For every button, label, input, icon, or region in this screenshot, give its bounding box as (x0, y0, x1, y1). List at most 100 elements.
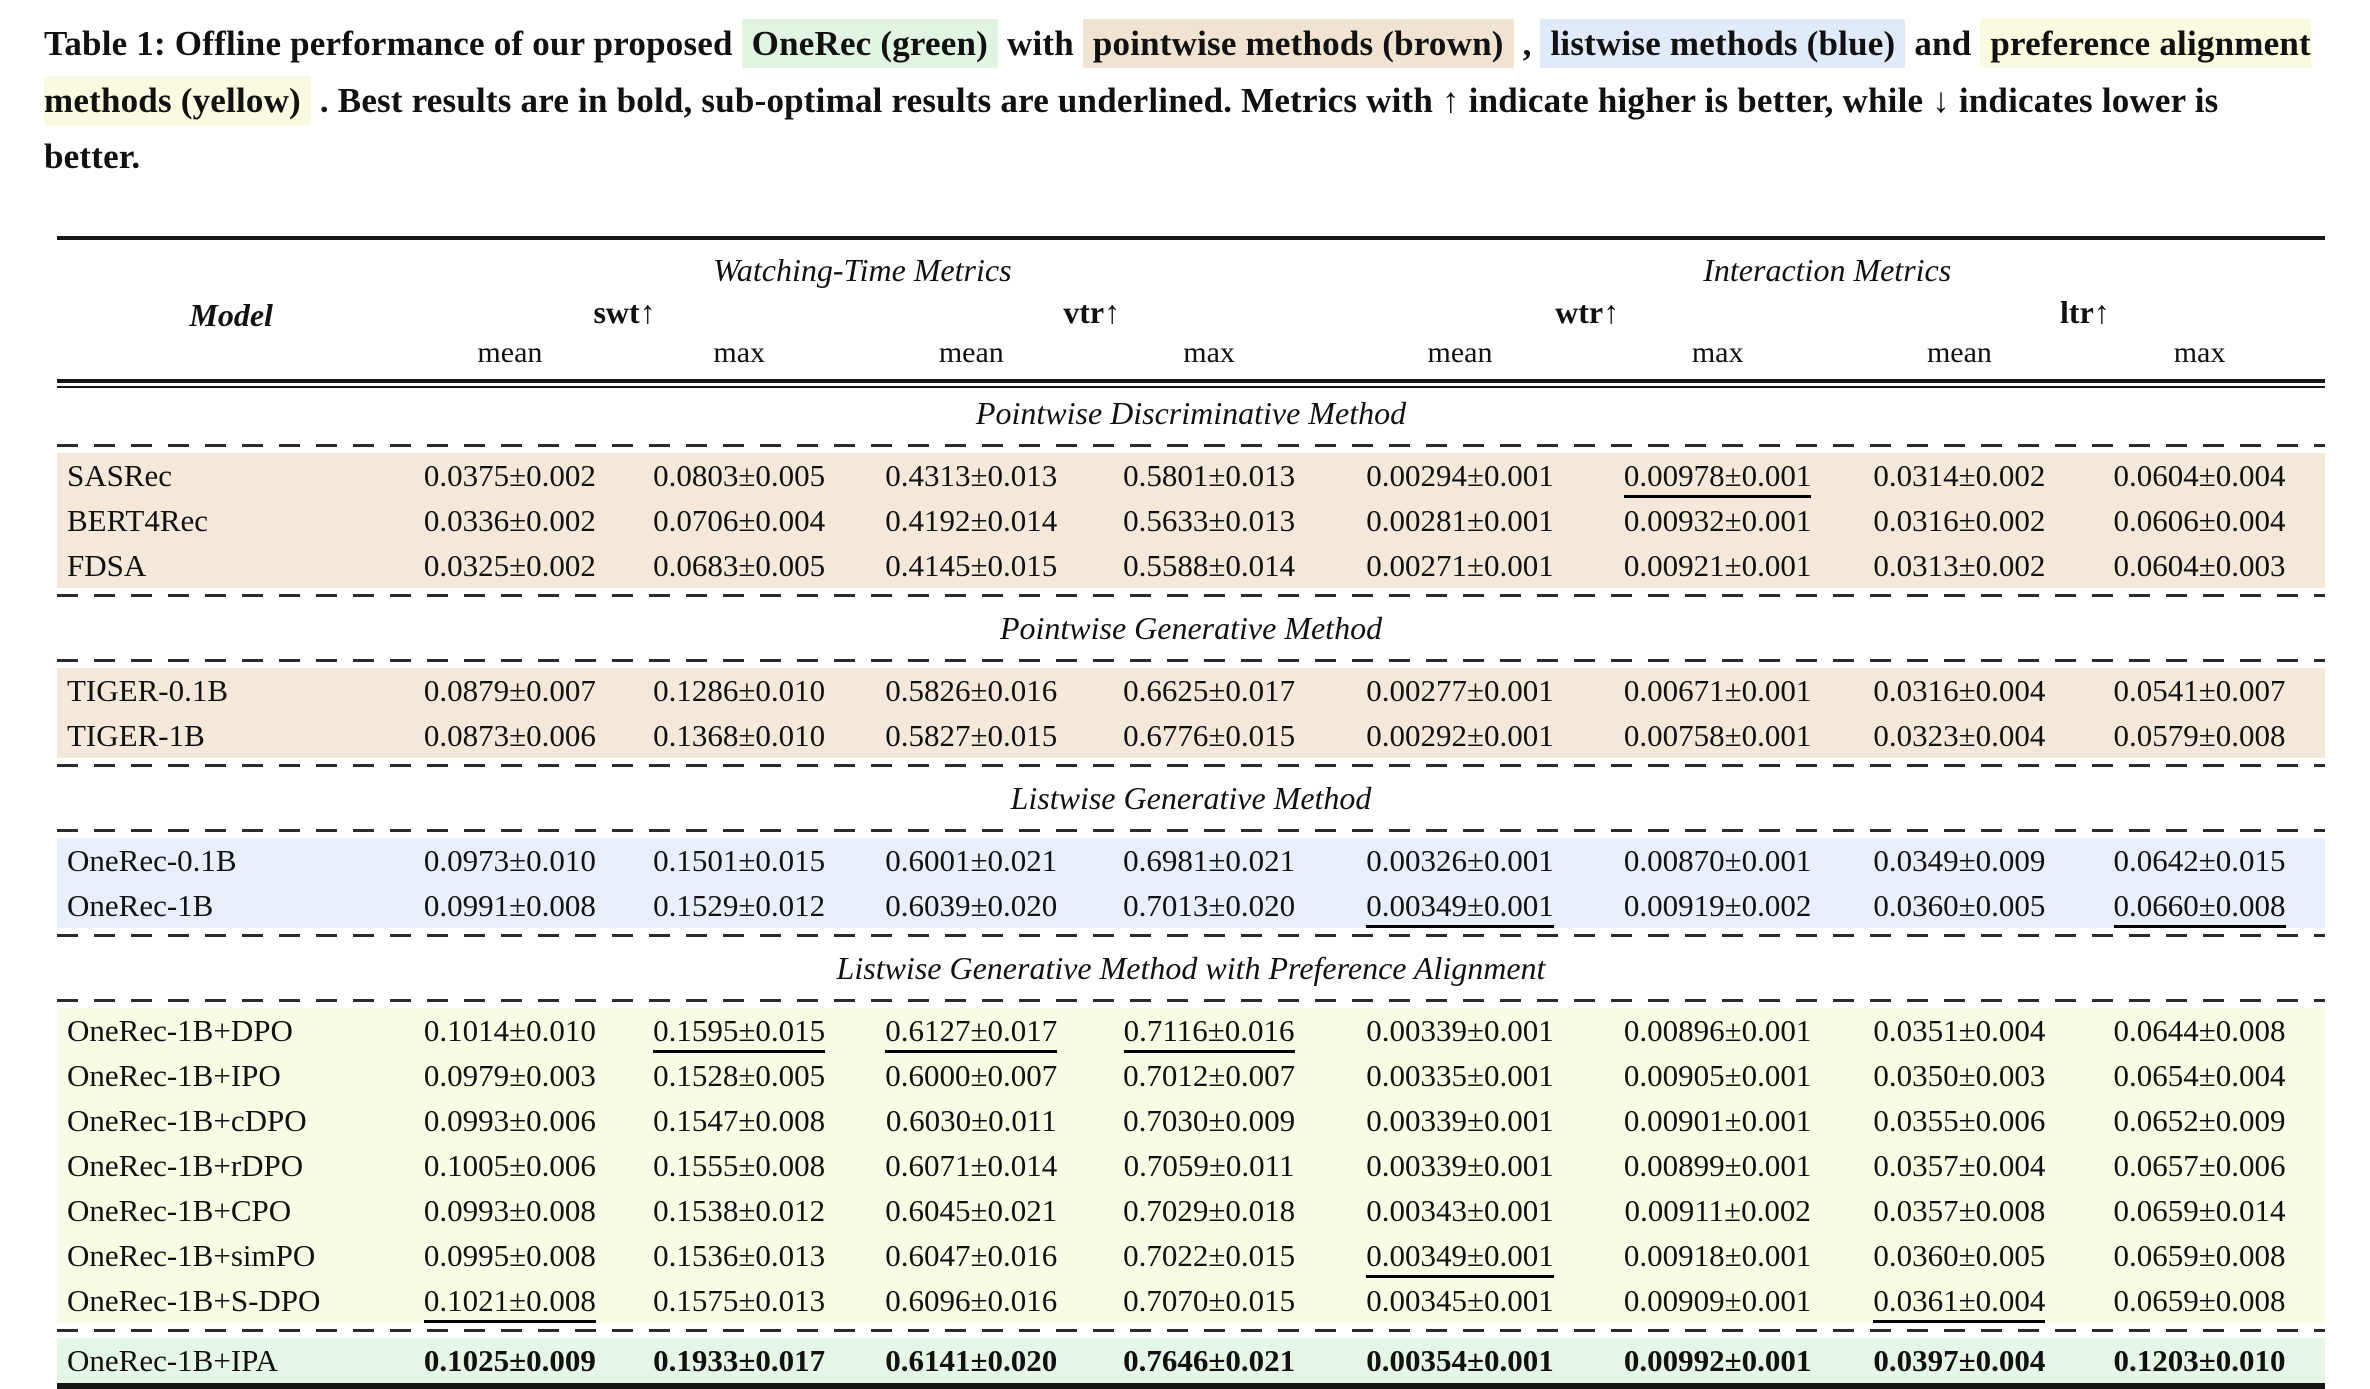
table-row: OneRec-1B+CPO0.0993±0.0080.1538±0.0120.6… (57, 1188, 2325, 1233)
metric-value: 0.00671±0.001 (1624, 673, 1812, 708)
model-column-header: Model (57, 240, 395, 379)
caption-text: and (1914, 24, 1971, 63)
metric-value: 0.0659±0.008 (2114, 1238, 2286, 1273)
metric-value: 0.1203±0.010 (2114, 1343, 2286, 1378)
metric-value: 0.5588±0.014 (1123, 548, 1295, 583)
section-title: Listwise Generative Method (57, 773, 2325, 823)
section-title-row: Listwise Generative Method (57, 773, 2325, 823)
dashed-separator (57, 829, 2325, 832)
model-name: OneRec-1B+rDPO (57, 1143, 395, 1188)
metric-value: 0.0604±0.004 (2114, 458, 2286, 493)
dashed-separator-row (57, 758, 2325, 773)
metric-value: 0.0683±0.005 (653, 548, 825, 583)
metric-value: 0.0660±0.008 (2114, 888, 2286, 928)
dashed-separator-row (57, 438, 2325, 453)
metric-value: 0.00932±0.001 (1624, 503, 1812, 538)
model-name: OneRec-1B+IPA (57, 1338, 395, 1383)
dashed-separator-row (57, 1323, 2325, 1338)
metric-value: 0.6047±0.016 (885, 1238, 1057, 1273)
metric-value: 0.00326±0.001 (1366, 843, 1554, 878)
metric-value: 0.00905±0.001 (1624, 1058, 1812, 1093)
stat-header: max (1591, 335, 1845, 379)
metric-value: 0.0995±0.008 (424, 1238, 596, 1273)
metric-header-wtr: wtr↑ (1329, 289, 1844, 335)
metric-value: 0.6030±0.011 (886, 1103, 1057, 1138)
metric-value: 0.00896±0.001 (1624, 1013, 1812, 1048)
group-header-row: Model Watching-Time Metrics Interaction … (57, 240, 2325, 289)
caption-text: Table 1: Offline performance of our prop… (44, 24, 733, 63)
dashed-separator-row (57, 653, 2325, 668)
metric-value: 0.00349±0.001 (1366, 888, 1554, 928)
metric-value: 0.0993±0.006 (424, 1103, 596, 1138)
metric-value: 0.7012±0.007 (1123, 1058, 1295, 1093)
metric-value: 0.00909±0.001 (1624, 1283, 1812, 1318)
metric-value: 0.00271±0.001 (1366, 548, 1554, 583)
model-name: OneRec-1B+DPO (57, 1008, 395, 1053)
stat-header-row: mean max mean max mean max mean max (57, 335, 2325, 379)
metric-value: 0.00354±0.001 (1366, 1343, 1554, 1378)
metric-value: 0.0803±0.005 (653, 458, 825, 493)
table-row: OneRec-1B+simPO0.0995±0.0080.1536±0.0130… (57, 1233, 2325, 1278)
stat-header: max (1089, 335, 1330, 379)
metric-value: 0.00349±0.001 (1366, 1238, 1554, 1278)
metric-value: 0.0361±0.004 (1873, 1283, 2045, 1323)
header-rule (57, 379, 2325, 388)
metric-value: 0.1005±0.006 (424, 1148, 596, 1183)
metric-value: 0.6001±0.021 (885, 843, 1057, 878)
metric-value: 0.1595±0.015 (653, 1013, 825, 1053)
model-name: OneRec-1B+cDPO (57, 1098, 395, 1143)
metric-value: 0.5633±0.013 (1123, 503, 1295, 538)
metric-value: 0.0360±0.005 (1873, 1238, 2045, 1273)
model-name: OneRec-1B+IPO (57, 1053, 395, 1098)
metric-header-swt: swt↑ (395, 289, 854, 335)
metric-value: 0.6981±0.021 (1123, 843, 1295, 878)
table-row: OneRec-1B+IPO0.0979±0.0030.1528±0.0050.6… (57, 1053, 2325, 1098)
metric-value: 0.00978±0.001 (1624, 458, 1812, 498)
metric-value: 0.0654±0.004 (2114, 1058, 2286, 1093)
metric-value: 0.0350±0.003 (1873, 1058, 2045, 1093)
metric-value: 0.4192±0.014 (885, 503, 1057, 538)
stat-header: mean (1329, 335, 1590, 379)
section-title: Pointwise Discriminative Method (57, 388, 2325, 438)
dashed-separator-row (57, 928, 2325, 943)
metric-value: 0.00339±0.001 (1366, 1013, 1554, 1048)
metric-value: 0.1368±0.010 (653, 718, 825, 753)
dashed-separator (57, 594, 2325, 597)
dashed-separator (57, 444, 2325, 447)
metric-value: 0.0357±0.004 (1873, 1148, 2045, 1183)
model-name: BERT4Rec (57, 498, 395, 543)
dashed-separator (57, 659, 2325, 662)
metric-value: 0.6000±0.007 (885, 1058, 1057, 1093)
metric-value: 0.0397±0.004 (1873, 1343, 2045, 1378)
table-row: OneRec-1B+IPA0.1025±0.0090.1933±0.0170.6… (57, 1338, 2325, 1383)
stat-header: mean (395, 335, 624, 379)
metric-value: 0.1529±0.012 (653, 888, 825, 923)
metric-value: 0.0979±0.003 (424, 1058, 596, 1093)
caption-highlight-blue: listwise methods (blue) (1540, 19, 1905, 68)
metric-value: 0.00899±0.001 (1624, 1148, 1812, 1183)
table-row: SASRec0.0375±0.0020.0803±0.0050.4313±0.0… (57, 453, 2325, 498)
metric-value: 0.1575±0.013 (653, 1283, 825, 1318)
metric-value: 0.5801±0.013 (1123, 458, 1295, 493)
model-name: FDSA (57, 543, 395, 588)
dashed-separator (57, 934, 2325, 937)
metric-value: 0.0360±0.005 (1873, 888, 2045, 923)
metric-value: 0.1025±0.009 (424, 1343, 596, 1378)
results-table: Model Watching-Time Metrics Interaction … (57, 236, 2325, 1389)
metric-value: 0.00919±0.002 (1624, 888, 1812, 923)
metric-value: 0.0993±0.008 (424, 1193, 596, 1228)
metric-value: 0.7646±0.021 (1123, 1343, 1295, 1378)
metric-value: 0.4145±0.015 (885, 548, 1057, 583)
metric-value: 0.0659±0.014 (2114, 1193, 2286, 1228)
metric-value: 0.0652±0.009 (2114, 1103, 2286, 1138)
metric-value: 0.5826±0.016 (885, 673, 1057, 708)
dashed-separator-row (57, 993, 2325, 1008)
metric-value: 0.1555±0.008 (653, 1148, 825, 1183)
metric-value: 0.0657±0.006 (2114, 1148, 2286, 1183)
model-name: TIGER-0.1B (57, 668, 395, 713)
metric-value: 0.00911±0.002 (1624, 1193, 1810, 1228)
metric-value: 0.0351±0.004 (1873, 1013, 2045, 1048)
model-name: OneRec-1B+S-DPO (57, 1278, 395, 1323)
metric-value: 0.00345±0.001 (1366, 1283, 1554, 1318)
metric-value: 0.6127±0.017 (885, 1013, 1057, 1053)
